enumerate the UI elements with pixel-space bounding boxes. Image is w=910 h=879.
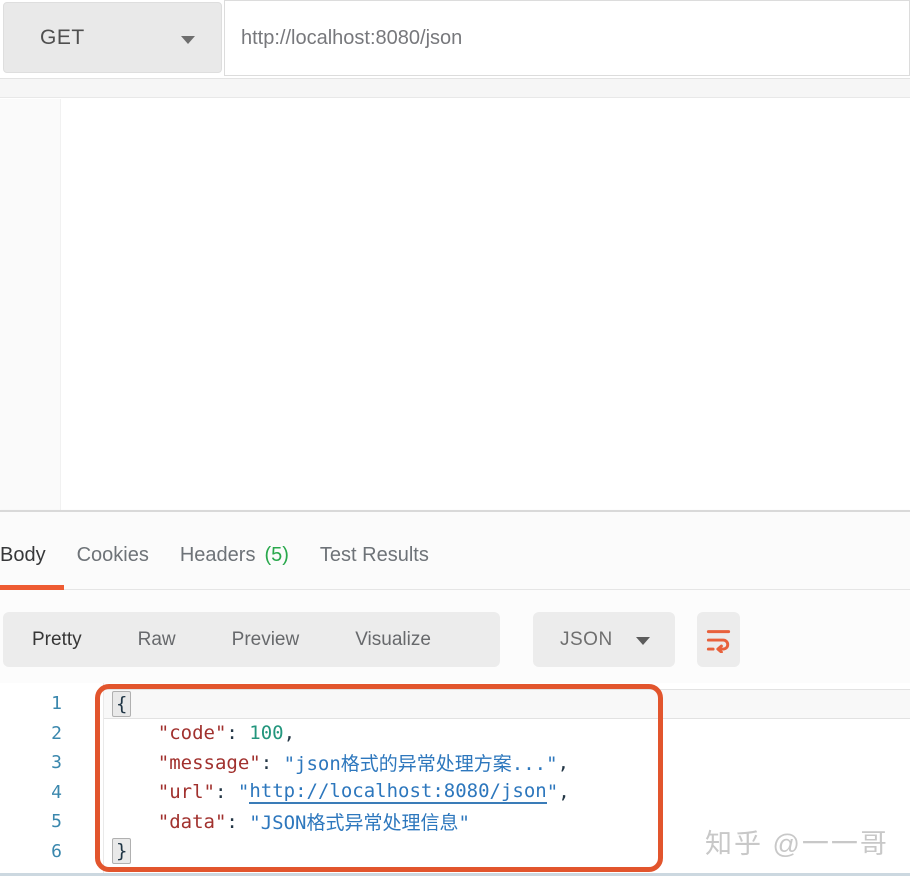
code-token-string: "JSON格式异常处理信息"	[249, 812, 470, 835]
code-token-bracket: }	[112, 838, 132, 865]
code-token-punct: :	[214, 781, 238, 804]
request-section-divider-strip	[0, 78, 910, 98]
code-token-key: "url"	[157, 781, 215, 804]
method-label: GET	[40, 25, 85, 49]
method-dropdown[interactable]: GET	[3, 2, 222, 73]
line-number: 5	[51, 811, 62, 833]
headers-count-badge: (5)	[264, 544, 289, 566]
watermark: 知乎 @一一哥	[705, 829, 889, 859]
view-raw[interactable]: Raw	[138, 629, 176, 651]
wrap-text-button[interactable]	[697, 612, 740, 667]
code-token-key: "code"	[157, 722, 227, 745]
line-content: "code": 100,	[104, 719, 910, 749]
response-tabs: Body Cookies Headers (5) Test Results	[0, 512, 910, 590]
code-token-punct: :	[260, 751, 284, 774]
url-text: http://localhost:8080/json	[241, 26, 463, 49]
code-token-key: "data"	[157, 810, 227, 833]
code-line[interactable]: 1{	[0, 689, 910, 719]
chevron-down-icon	[636, 637, 650, 645]
view-pretty[interactable]: Pretty	[32, 629, 82, 651]
code-token-punct: :	[226, 722, 250, 745]
view-preview[interactable]: Preview	[232, 629, 300, 651]
request-config-area	[0, 99, 910, 510]
tab-cookies[interactable]: Cookies	[77, 544, 149, 567]
line-number: 6	[51, 840, 62, 862]
json-url-link[interactable]: http://localhost:8080/json	[249, 780, 547, 805]
language-dropdown[interactable]: JSON	[533, 612, 675, 667]
url-input[interactable]: http://localhost:8080/json	[224, 0, 910, 76]
request-area-gutter	[0, 99, 61, 510]
tab-headers[interactable]: Headers (5)	[180, 544, 289, 567]
code-token-string: "	[546, 781, 559, 804]
code-token-punct: ,	[557, 751, 570, 774]
tab-test-results-label: Test Results	[319, 544, 429, 566]
wrap-text-icon	[706, 630, 731, 653]
response-view-toolbar: Pretty Raw Preview Visualize JSON	[0, 590, 910, 683]
line-number: 4	[51, 781, 62, 803]
request-bar: GET http://localhost:8080/json	[0, 0, 910, 77]
chevron-down-icon	[181, 36, 195, 44]
code-line[interactable]: 2 "code": 100,	[0, 719, 910, 749]
code-line[interactable]: 4 "url": " http://localhost:8080/json ",	[0, 778, 910, 808]
code-token-string: "	[237, 781, 250, 804]
line-content: "url": " http://localhost:8080/json ",	[104, 778, 910, 808]
line-number: 1	[51, 693, 62, 715]
line-content: "message": "json格式的异常处理方案...",	[104, 748, 910, 778]
line-number: 3	[51, 752, 62, 774]
tab-test-results[interactable]: Test Results	[320, 544, 429, 567]
code-line[interactable]: 3 "message": "json格式的异常处理方案...",	[0, 748, 910, 778]
code-token-string: "json格式的异常处理方案..."	[283, 753, 558, 776]
view-mode-group: Pretty Raw Preview Visualize	[3, 612, 500, 667]
code-token-punct: ,	[558, 781, 570, 804]
line-content: {	[104, 689, 910, 719]
code-token-number: 100	[249, 722, 284, 745]
code-token-punct: ,	[283, 722, 296, 745]
view-visualize[interactable]: Visualize	[355, 629, 431, 651]
tab-body[interactable]: Body	[0, 544, 64, 590]
tab-body-label: Body	[0, 544, 46, 566]
code-token-punct: :	[226, 810, 250, 833]
tab-cookies-label: Cookies	[76, 544, 149, 566]
editor-bottom-edge	[0, 873, 910, 876]
language-label: JSON	[560, 628, 613, 650]
app-window: GET http://localhost:8080/json Body Cook…	[0, 0, 910, 879]
code-token-bracket: {	[112, 690, 132, 717]
code-token-key: "message"	[157, 751, 261, 774]
line-number: 2	[51, 722, 62, 744]
tab-headers-label: Headers	[179, 544, 256, 566]
